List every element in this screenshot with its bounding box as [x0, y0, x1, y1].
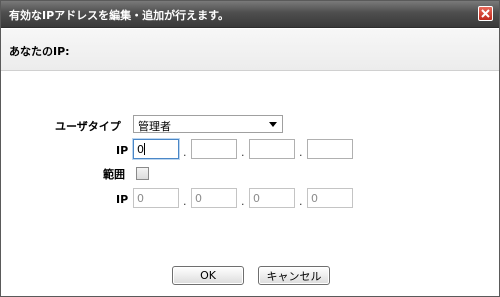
dialog-title: 有効なIPアドレスを編集・追加が行えます。 — [9, 9, 230, 22]
range-ip-octet-1-input[interactable]: 0 — [133, 188, 179, 208]
range-ip-separator: . — [241, 195, 245, 208]
dialog-titlebar[interactable]: 有効なIPアドレスを編集・追加が行えます。 — [1, 1, 499, 28]
user-type-select[interactable]: 管理者 — [133, 115, 283, 133]
close-icon — [481, 9, 490, 18]
edit-ip-dialog: 有効なIPアドレスを編集・追加が行えます。 あなたのIP: ユーザタイプ 管理者… — [0, 0, 500, 297]
user-type-value: 管理者 — [138, 120, 171, 133]
your-ip-label: あなたのIP: — [9, 45, 70, 58]
close-button[interactable] — [478, 6, 493, 21]
range-checkbox[interactable] — [136, 167, 149, 180]
range-ip-octet-4-value: 0 — [311, 192, 318, 205]
ok-button-label: OK — [200, 269, 216, 282]
ip-separator: . — [299, 146, 303, 159]
ip-octet-1-value: 0 — [137, 143, 144, 156]
range-ip-octet-3-input[interactable]: 0 — [249, 188, 295, 208]
ip-octet-3-input[interactable] — [249, 139, 295, 159]
range-ip-separator: . — [299, 195, 303, 208]
ip-octet-4-input[interactable] — [307, 139, 353, 159]
ip-octet-1-input[interactable]: 0 — [133, 139, 179, 159]
ip-octet-2-input[interactable] — [191, 139, 237, 159]
range-ip-octet-2-value: 0 — [195, 192, 202, 205]
range-ip-label: IP — [116, 193, 129, 206]
range-ip-octet-1-value: 0 — [137, 192, 144, 205]
ok-button[interactable]: OK — [172, 266, 244, 285]
ip-separator: . — [241, 146, 245, 159]
range-ip-octet-4-input[interactable]: 0 — [307, 188, 353, 208]
cancel-button-label: キャンセル — [266, 269, 322, 283]
range-ip-octet-2-input[interactable]: 0 — [191, 188, 237, 208]
user-type-label: ユーザタイプ — [55, 120, 121, 133]
ip-separator: . — [183, 146, 187, 159]
range-label: 範囲 — [103, 168, 125, 181]
chevron-down-icon — [269, 122, 277, 127]
range-ip-separator: . — [183, 195, 187, 208]
info-bar: あなたのIP: — [1, 29, 499, 71]
ip-label: IP — [116, 144, 129, 157]
text-cursor — [144, 143, 145, 155]
cancel-button[interactable]: キャンセル — [258, 266, 330, 285]
range-ip-octet-3-value: 0 — [253, 192, 260, 205]
